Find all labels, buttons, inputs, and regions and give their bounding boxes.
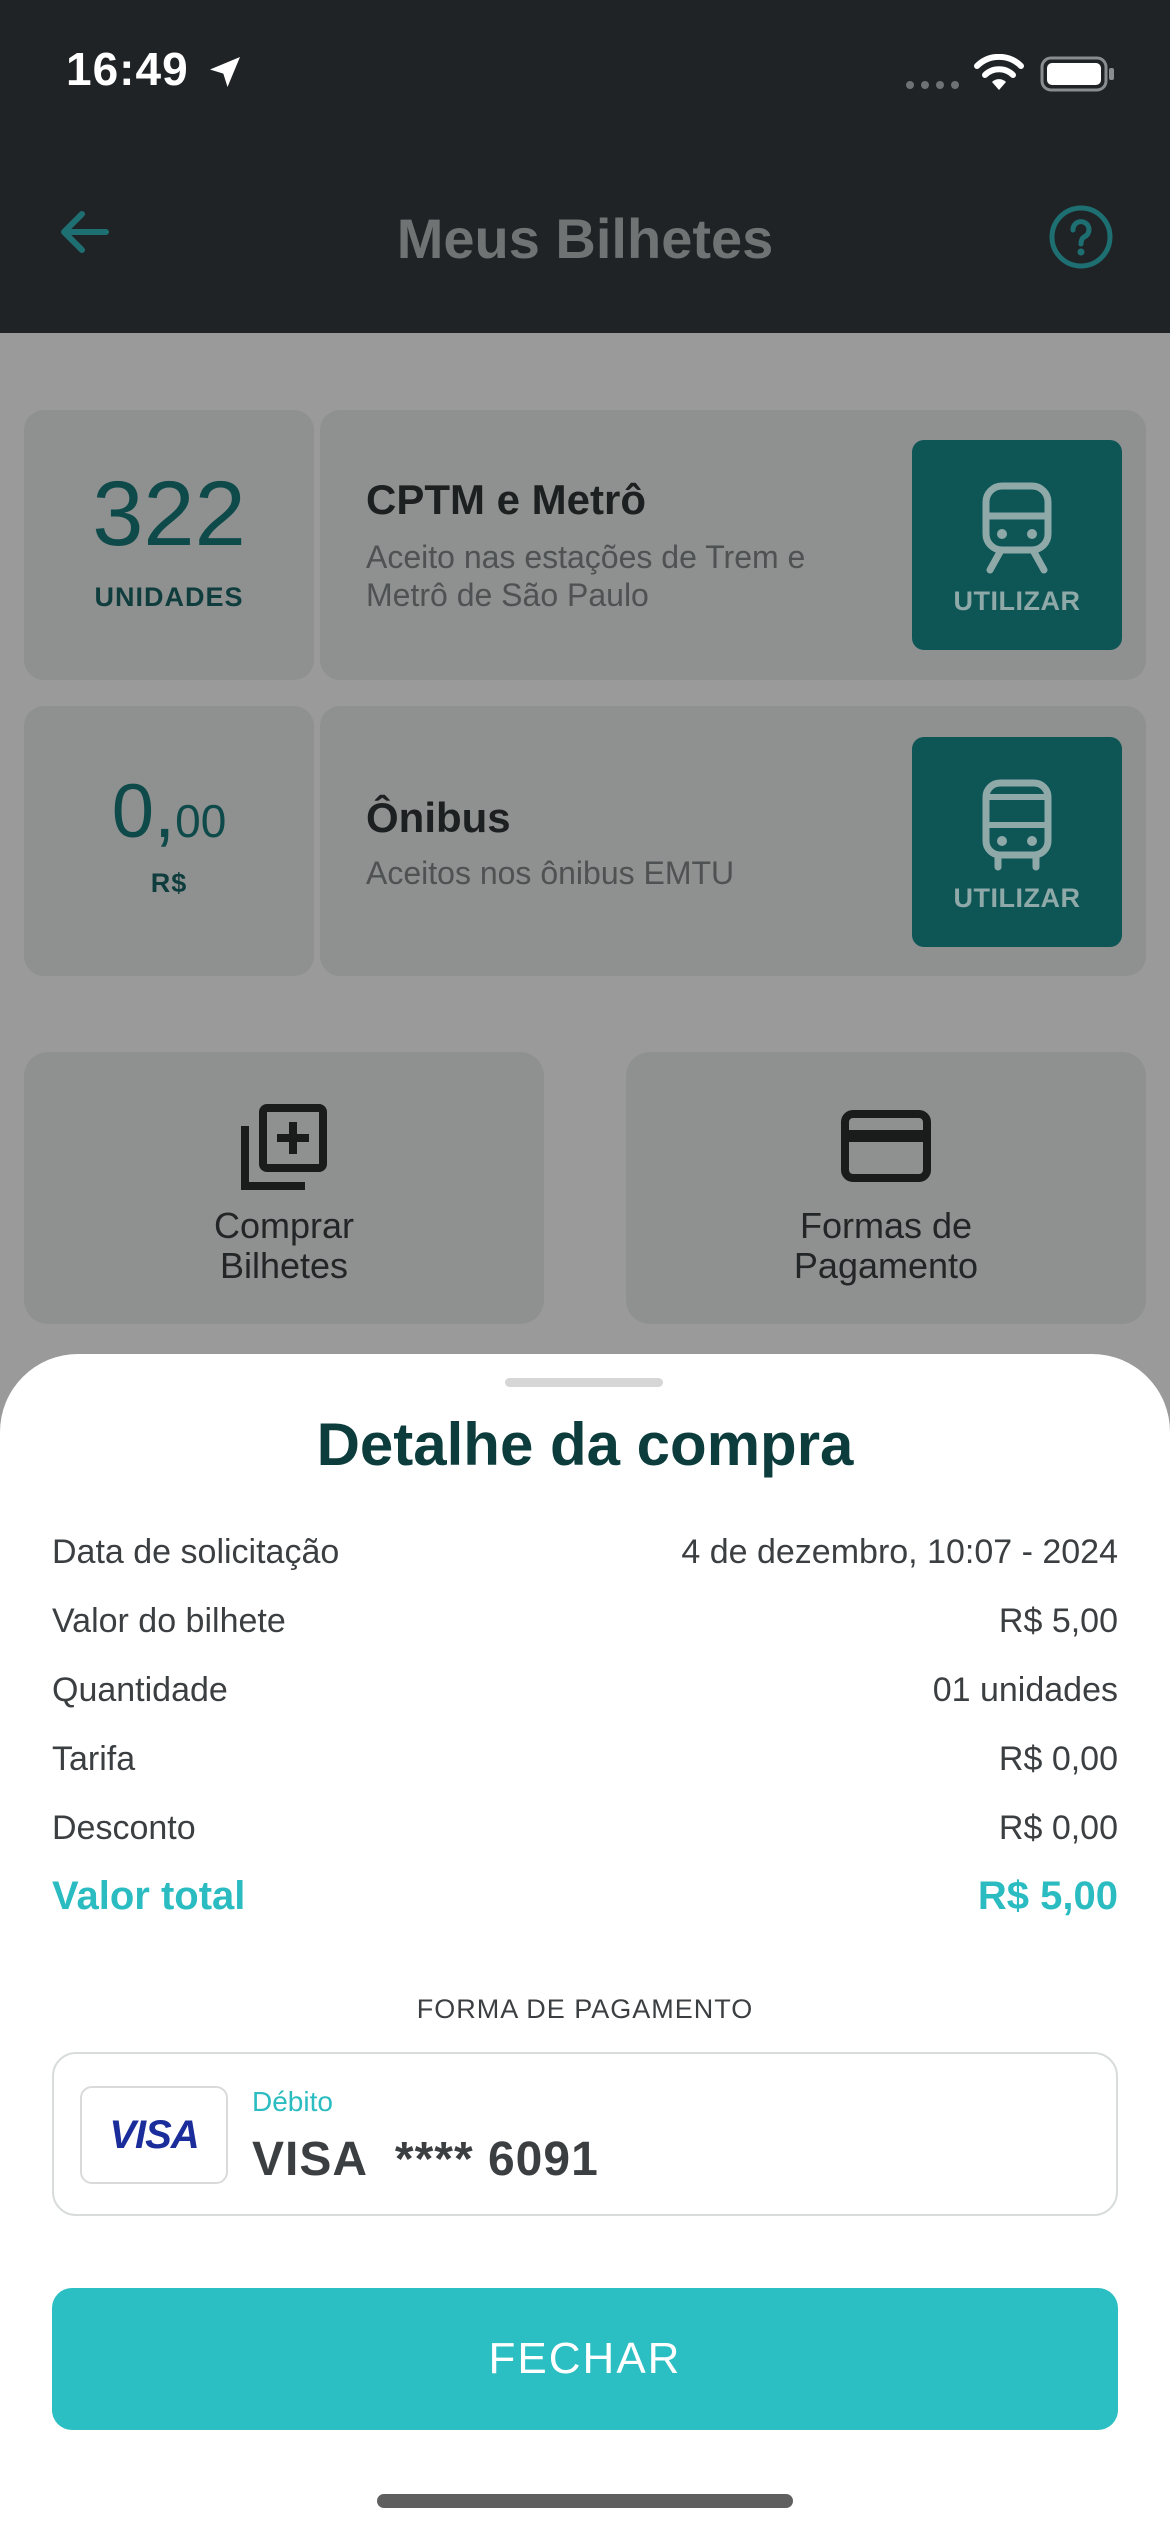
detail-row-total: Valor total R$ 5,00 [52, 1872, 1118, 1920]
location-arrow-icon [210, 57, 240, 87]
detail-value: 01 unidades [932, 1670, 1118, 1709]
buy-tickets-label: Comprar Bilhetes [213, 1205, 355, 1286]
payment-type: Débito [252, 2086, 333, 2117]
detail-label: Data de solicitação [52, 1532, 340, 1571]
bus-icon [982, 779, 1052, 871]
detail-row-fee: Tarifa R$ 0,00 [52, 1735, 1118, 1783]
train-icon [982, 482, 1052, 574]
detail-row-quantity: Quantidade 01 unidades [52, 1666, 1118, 1714]
payment-methods-button[interactable]: Formas de Pagamento [626, 1052, 1146, 1324]
detail-label: Desconto [52, 1808, 196, 1847]
top-bar: 16:49 Meus Bilhetes [0, 0, 1170, 333]
battery-icon [1040, 56, 1114, 92]
use-ticket-label: UTILIZAR [953, 883, 1081, 913]
buy-tickets-button[interactable]: Comprar Bilhetes [24, 1052, 544, 1324]
close-button[interactable]: FECHAR [52, 2288, 1118, 2430]
ticket-description: Aceitos nos ônibus EMTU [366, 855, 735, 891]
add-to-queue-icon [241, 1104, 327, 1190]
detail-row-request-date: Data de solicitação 4 de dezembro, 10:07… [52, 1528, 1118, 1576]
help-icon[interactable] [1048, 204, 1114, 270]
home-indicator [377, 2494, 793, 2508]
ticket-description: Aceito nas estações de Trem e Metrô de S… [366, 539, 806, 613]
visa-logo: VISA [80, 2086, 228, 2184]
detail-label: Quantidade [52, 1670, 228, 1709]
status-time: 16:49 [66, 43, 189, 95]
purchase-detail-sheet: Detalhe da compra Data de solicitação 4 … [0, 1354, 1170, 2532]
detail-label: Tarifa [52, 1739, 136, 1778]
ticket-balance-value: 0,00 [111, 769, 227, 854]
signal-icon [906, 81, 959, 89]
detail-row-discount: Desconto R$ 0,00 [52, 1804, 1118, 1852]
payment-methods-label: Formas de Pagamento [793, 1205, 979, 1286]
sheet-drag-handle[interactable] [505, 1378, 663, 1387]
detail-label: Valor do bilhete [52, 1601, 286, 1640]
ticket-balance-unit: UNIDADES [94, 582, 244, 612]
use-ticket-button[interactable]: UTILIZAR [912, 440, 1122, 650]
payment-method-card: VISA Débito VISA **** 6091 [52, 2052, 1118, 2216]
page-title: Meus Bilhetes [396, 207, 774, 270]
detail-value: 4 de dezembro, 10:07 - 2024 [681, 1532, 1118, 1571]
detail-value: R$ 5,00 [998, 1601, 1118, 1640]
ticket-balance-unit: R$ [150, 868, 188, 898]
card-number: VISA **** 6091 [252, 2133, 599, 2186]
total-label: Valor total [52, 1873, 246, 1918]
use-ticket-label: UTILIZAR [953, 586, 1081, 616]
detail-row-ticket-value: Valor do bilhete R$ 5,00 [52, 1597, 1118, 1645]
total-value: R$ 5,00 [977, 1873, 1118, 1918]
wifi-icon [974, 54, 1024, 90]
sheet-title: Detalhe da compra [316, 1411, 854, 1478]
use-ticket-button[interactable]: UTILIZAR [912, 737, 1122, 947]
detail-value: R$ 0,00 [998, 1739, 1118, 1778]
payment-heading: FORMA DE PAGAMENTO [416, 1994, 754, 2024]
ticket-name: Ônibus [366, 794, 511, 841]
credit-card-icon [841, 1110, 931, 1182]
ticket-name: CPTM e Metrô [366, 476, 647, 523]
detail-value: R$ 0,00 [998, 1808, 1118, 1847]
ticket-balance-value: 322 [92, 463, 246, 565]
